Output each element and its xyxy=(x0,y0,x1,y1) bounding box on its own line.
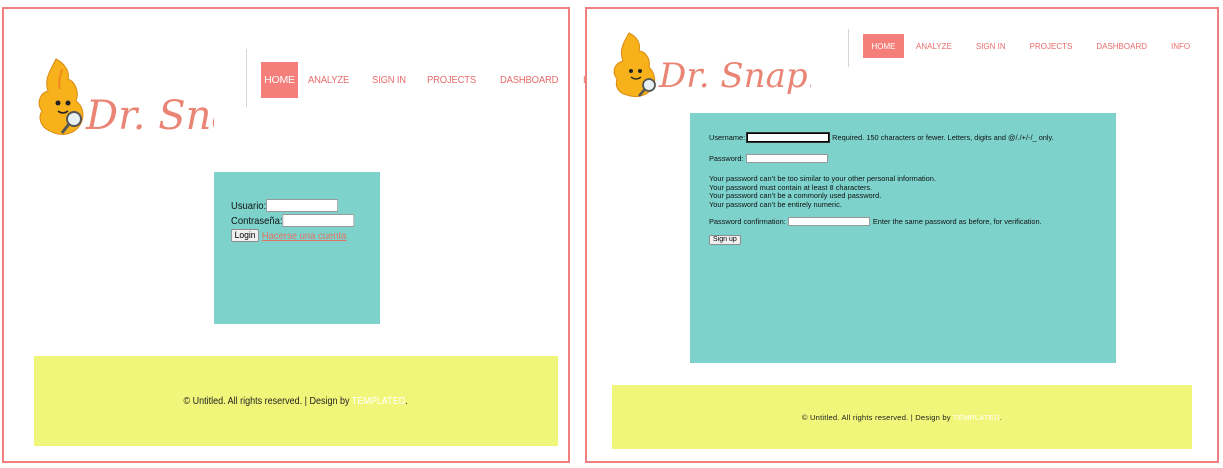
signup-confirm-input[interactable] xyxy=(787,217,870,226)
login-button[interactable]: Login xyxy=(231,229,260,242)
nav-divider xyxy=(848,29,849,67)
signup-confirm-row: Password confirmation: Enter the same pa… xyxy=(709,217,1042,226)
password-rules-list: Your password can’t be too similar to yo… xyxy=(709,174,936,209)
username-input[interactable] xyxy=(266,199,339,212)
footer-credit-link[interactable]: TEMPLATED xyxy=(953,413,1000,422)
username-label: Usuario: xyxy=(231,199,267,212)
footer: © Untitled. All rights reserved. | Desig… xyxy=(612,385,1192,449)
signup-actions-row: Sign up xyxy=(709,235,741,245)
main-nav: HOME ANALYZE SIGN IN PROJECTS DASHBOARD … xyxy=(863,34,1214,58)
footer-end: . xyxy=(999,412,1003,422)
footer-text: © Untitled. All rights reserved. | Desig… xyxy=(802,413,1002,422)
password-label: Contraseña: xyxy=(231,214,283,227)
brand-wordmark: Dr. Snap! xyxy=(85,93,214,139)
footer-copyright: © Untitled. All rights reserved. | Desig… xyxy=(183,395,350,407)
footer: © Untitled. All rights reserved. | Desig… xyxy=(34,356,558,446)
footer-end: . xyxy=(405,395,409,407)
brand-logo[interactable]: Dr. Snap! xyxy=(611,29,811,99)
nav-home[interactable]: HOME xyxy=(261,62,298,98)
nav-analyze[interactable]: ANALYZE xyxy=(308,74,349,86)
brand-wordmark: Dr. Snap! xyxy=(658,56,811,96)
nav-projects[interactable]: PROJECTS xyxy=(427,74,476,86)
nav-projects[interactable]: PROJECTS xyxy=(1030,42,1073,51)
username-row: Usuario: xyxy=(231,199,339,212)
password-rule: Your password can’t be entirely numeric. xyxy=(709,199,842,209)
signup-password-input[interactable] xyxy=(745,154,828,163)
main-nav: HOME ANALYZE SIGN IN PROJECTS DASHBOARD … xyxy=(261,62,625,98)
signup-page-panel: Dr. Snap! HOME ANALYZE SIGN IN PROJECTS … xyxy=(585,7,1219,463)
register-link[interactable]: Hacerse una cuenta xyxy=(262,230,347,242)
password-input[interactable] xyxy=(282,214,355,227)
footer-copyright: © Untitled. All rights reserved. | Desig… xyxy=(801,412,951,422)
footer-credit-link[interactable]: TEMPLATED xyxy=(352,396,405,407)
signup-username-row: Username: Required. 150 characters or fe… xyxy=(709,133,1054,142)
nav-analyze[interactable]: ANALYZE xyxy=(916,42,952,51)
signup-form: Username: Required. 150 characters or fe… xyxy=(690,113,1116,363)
footer-text: © Untitled. All rights reserved. | Desig… xyxy=(184,396,408,407)
nav-home[interactable]: HOME xyxy=(863,34,904,58)
nav-divider xyxy=(246,49,247,107)
signup-username-input[interactable] xyxy=(747,133,830,142)
brand-logo[interactable]: Dr. Snap! xyxy=(34,51,214,143)
nav-sign-in[interactable]: SIGN IN xyxy=(372,74,406,86)
signup-username-label: Username: xyxy=(709,133,746,142)
fire-mascot-with-magnifier-icon xyxy=(613,32,656,98)
signup-confirm-help: Enter the same password as before, for v… xyxy=(872,217,1042,226)
nav-sign-in[interactable]: SIGN IN xyxy=(976,42,1006,51)
nav-info[interactable]: INFO xyxy=(1171,42,1190,51)
login-form: Usuario: Contraseña: Login Hacerse una c… xyxy=(214,172,380,324)
nav-dashboard[interactable]: DASHBOARD xyxy=(1096,42,1147,51)
signup-button[interactable]: Sign up xyxy=(709,235,741,245)
login-actions-row: Login Hacerse una cuenta xyxy=(231,229,346,242)
nav-dashboard[interactable]: DASHBOARD xyxy=(500,74,558,86)
password-row: Contraseña: xyxy=(231,214,355,227)
signup-password-label: Password: xyxy=(709,154,744,163)
signup-username-help: Required. 150 characters or fewer. Lette… xyxy=(832,133,1054,142)
signup-password-row: Password: xyxy=(709,154,831,163)
signup-confirm-label: Password confirmation: xyxy=(709,217,786,226)
fire-mascot-with-magnifier-icon xyxy=(38,58,84,135)
login-page-panel: Dr. Snap! HOME ANALYZE SIGN IN PROJECTS … xyxy=(2,7,605,463)
